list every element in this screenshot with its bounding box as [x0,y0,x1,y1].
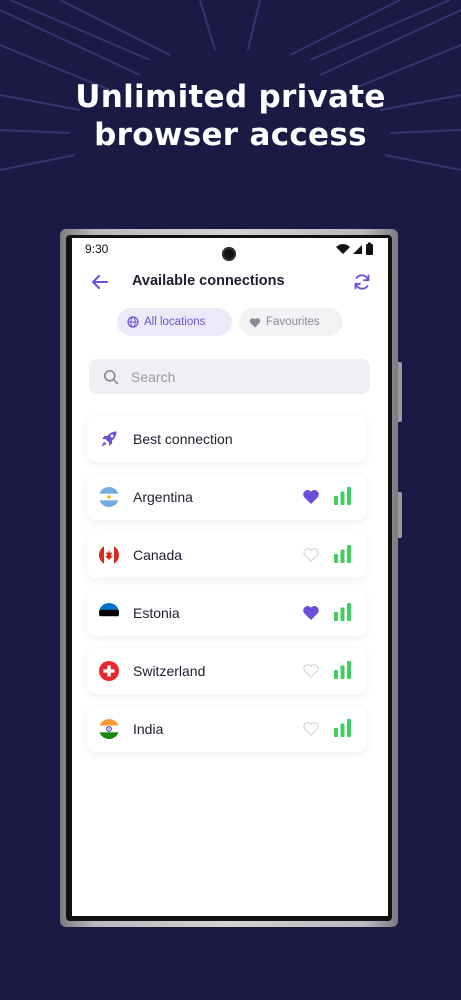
tab-all-locations[interactable]: All locations [117,308,232,336]
best-connection-label: Best connection [133,431,233,447]
tab-all-locations-label: All locations [144,316,206,328]
argentina-flag-icon [99,487,119,507]
location-name: India [133,721,164,737]
location-row-argentina[interactable]: Argentina [87,474,366,520]
globe-icon [127,316,139,328]
signal-strength-icon [334,719,351,737]
best-connection-row[interactable]: Best connection [87,416,366,462]
switzerland-flag-icon [99,661,119,681]
status-icons [336,242,373,255]
app-screen: 9:30 Available connections All locations… [72,238,388,916]
heart-outline-icon[interactable] [302,546,320,563]
wifi-icon [336,244,350,254]
signal-strength-icon [334,603,351,621]
heart-icon [249,317,261,327]
search-input[interactable] [129,367,333,386]
search-bar[interactable] [89,359,370,394]
estonia-flag-icon [99,603,119,623]
search-icon [104,369,119,384]
back-arrow-icon[interactable] [90,272,110,292]
location-row-switzerland[interactable]: Switzerland [87,648,366,694]
location-name: Argentina [133,489,193,505]
tab-favourites[interactable]: Favourites [239,308,343,336]
app-header: Available connections [72,268,388,296]
refresh-icon[interactable] [352,272,372,292]
tab-favourites-label: Favourites [266,316,320,328]
promo-headline: Unlimited private browser access [0,78,461,154]
location-row-estonia[interactable]: Estonia [87,590,366,636]
rocket-icon [101,431,117,447]
page-title: Available connections [132,273,285,289]
status-time: 9:30 [85,242,109,256]
canada-flag-icon [99,545,119,565]
heart-outline-icon[interactable] [302,720,320,737]
location-row-canada[interactable]: Canada [87,532,366,578]
heart-outline-icon[interactable] [302,662,320,679]
cell-signal-icon [353,245,362,254]
india-flag-icon [99,719,119,739]
signal-strength-icon [334,487,351,505]
heart-filled-icon[interactable] [302,604,320,621]
camera-icon [222,247,236,261]
location-row-india[interactable]: India [87,706,366,752]
location-name: Canada [133,547,183,563]
signal-strength-icon [334,661,351,679]
phone-side-button-top [398,362,402,422]
headline-line-1: Unlimited private [75,79,386,115]
heart-filled-icon[interactable] [302,488,320,505]
location-name: Switzerland [133,663,206,679]
signal-strength-icon [334,545,351,563]
headline-line-2: browser access [94,117,367,153]
location-name: Estonia [133,605,180,621]
phone-side-button-bottom [398,492,402,538]
battery-icon [366,244,373,255]
